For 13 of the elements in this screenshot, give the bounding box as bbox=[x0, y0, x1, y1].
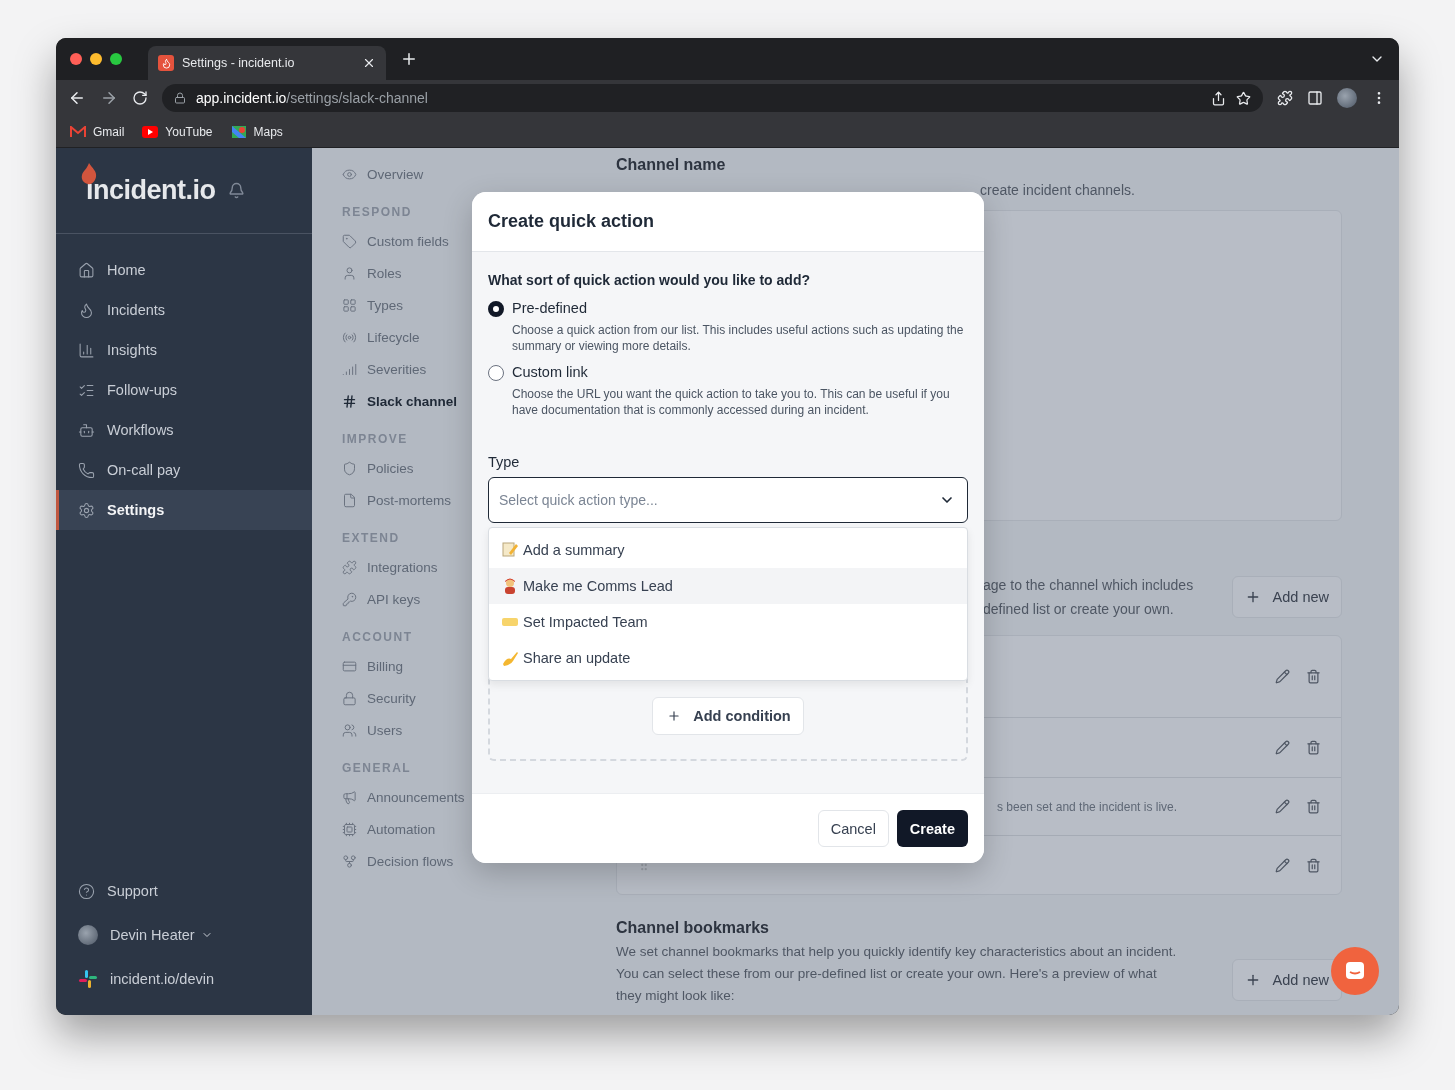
section-title: Channel name bbox=[616, 156, 727, 174]
modal-title: Create quick action bbox=[488, 211, 655, 232]
section-description: defined list or create your own. bbox=[983, 601, 1174, 617]
section-description: age to the channel which includes bbox=[983, 577, 1194, 593]
row-text: s been set and the incident is live. bbox=[996, 799, 1178, 814]
option-description: Choose the URL you want the quick action to take you to. This can be useful if you have documentation that is commonly accessed during an incident. bbox=[512, 386, 951, 418]
question-label: What sort of quick action would you like to add? bbox=[488, 272, 811, 288]
url-text: app.incident.io/settings/slack-channel bbox=[196, 90, 428, 106]
section-title: Channel bookmarks bbox=[616, 919, 770, 937]
option-description: Choose a quick action from our list. This includes useful actions such as updating the summary or viewing more details. bbox=[512, 322, 965, 354]
section-description: We set channel bookmarks that help you quickly identify key characteristics about an incident. You can select these from our pre-defined list or create your own. Here's a preview of what they might look like: bbox=[616, 943, 1178, 1005]
section-description: create incident channels. bbox=[980, 182, 1135, 198]
field-label: Type bbox=[488, 454, 521, 470]
